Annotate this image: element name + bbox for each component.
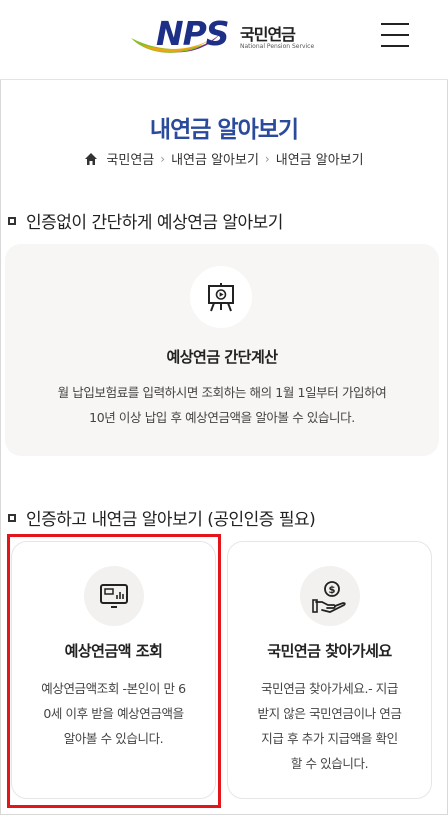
breadcrumb-item[interactable]: 국민연금 [106,149,154,168]
chevron-right-icon: › [160,151,166,166]
page-title: 내연금 알아보기 [149,117,299,143]
presentation-board-icon [208,283,234,312]
home-icon[interactable] [84,152,98,166]
square-bullet-icon [8,513,16,522]
hamburger-icon-bar [381,23,409,25]
simple-calc-card[interactable]: 예상연금 간단계산 월 납입보험료를 입력하시면 조회하는 해의 1월 1일부터… [5,244,439,456]
hamburger-icon-bar [381,45,409,47]
find-national-pension-card[interactable]: $ 국민연금 찾아가세요 국민연금 찾아가세요.- 지급 받지 않은 국민연금이… [227,541,432,799]
card-title: 국민연금 찾아가세요 [267,642,392,660]
breadcrumb-item[interactable]: 내연금 알아보기 [171,149,259,168]
card-description-line: 지급 후 추가 지급액을 확인 [261,731,398,746]
card-description: 국민연금 찾아가세요.- 지급 받지 않은 국민연금이나 연금 지급 후 추가 … [228,676,431,776]
card-description: 월 납입보험료를 입력하시면 조회하는 해의 1월 1일부터 가입하여 10년 … [5,380,439,430]
selection-highlight-box [7,534,221,808]
card-title: 예상연금 간단계산 [166,348,278,366]
card-description-line: 월 납입보험료를 입력하시면 조회하는 해의 1월 1일부터 가입하여 [57,385,387,400]
nps-logo[interactable]: NPS 국민연금 National Pension Service [128,12,328,60]
card-description-line: 할 수 있습니다. [290,756,369,771]
hand-coin-icon: $ [312,581,346,613]
card-description-line: 받지 않은 국민연금이나 연금 [257,706,402,721]
breadcrumb: 국민연금 › 내연금 알아보기 › 내연금 알아보기 [0,149,448,168]
logo-text-english: National Pension Service [240,43,315,50]
hamburger-menu-button[interactable] [381,22,409,48]
section-title-text: 인증없이 간단하게 예상연금 알아보기 [26,213,283,233]
logo-text-nps: NPS [156,14,230,53]
section-title-text: 인증하고 내연금 알아보기 (공인인증 필요) [26,510,316,530]
site-header: NPS 국민연금 National Pension Service [0,0,448,80]
chevron-right-icon: › [264,151,270,166]
hamburger-icon-bar [381,34,409,36]
section-title-no-auth: 인증없이 간단하게 예상연금 알아보기 [8,208,283,233]
logo-text-korean: 국민연금 [240,25,296,44]
square-bullet-icon [8,216,16,225]
icon-circle [190,266,252,328]
card-description-line: 국민연금 찾아가세요.- 지급 [261,681,398,696]
section-title-with-auth: 인증하고 내연금 알아보기 (공인인증 필요) [8,505,316,530]
card-description-line: 10년 이상 납입 후 예상연금액을 알아볼 수 있습니다. [89,410,355,425]
icon-circle: $ [300,566,360,626]
svg-text:$: $ [329,585,336,596]
breadcrumb-item-current: 내연금 알아보기 [275,153,364,168]
